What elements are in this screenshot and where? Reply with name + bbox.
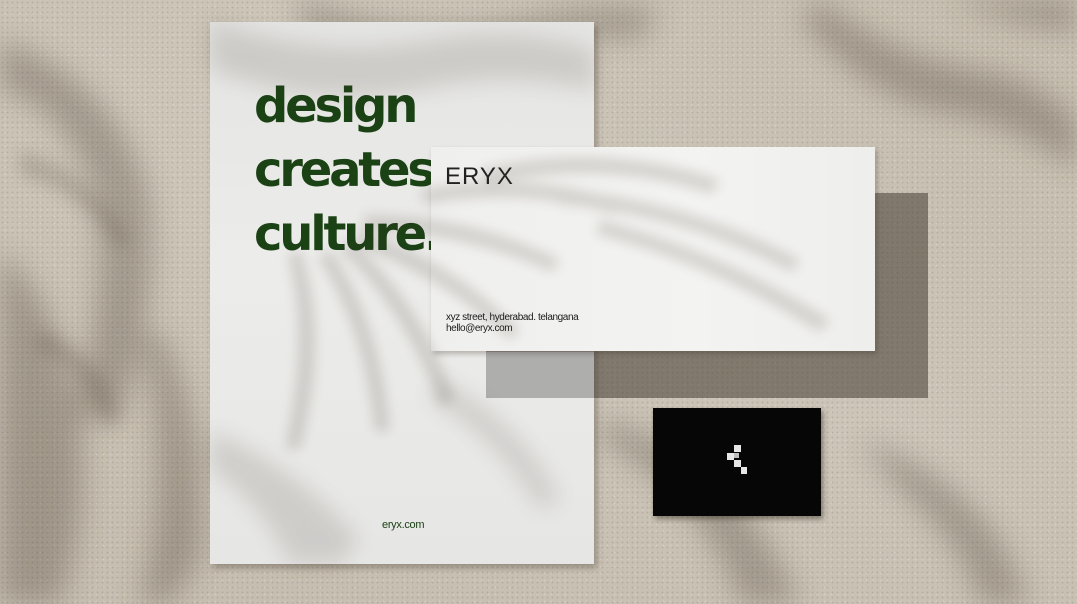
mockup-scene: design creates culture. eryx.com ERYX xy… — [0, 0, 1077, 604]
headline-line-3: culture. — [254, 206, 442, 262]
poster-website: eryx.com — [382, 519, 425, 531]
letterhead-brand: ERYX — [445, 163, 514, 190]
letterhead-email: hello@eryx.com — [446, 323, 513, 334]
poster-headline: design creates culture. — [254, 74, 442, 266]
headline-line-1: design — [254, 78, 418, 134]
headline-line-2: creates — [254, 142, 436, 198]
pixel-chevron-left-icon — [727, 445, 747, 474]
letterhead-address: xyz street, hyderabad. telangana — [446, 312, 579, 323]
letterhead-contact: xyz street, hyderabad. telangana hello@e… — [446, 312, 579, 334]
business-card — [653, 408, 821, 516]
letterhead-card: ERYX xyz street, hyderabad. telangana he… — [431, 147, 875, 351]
letterhead-shadow-on-poster — [486, 352, 594, 398]
